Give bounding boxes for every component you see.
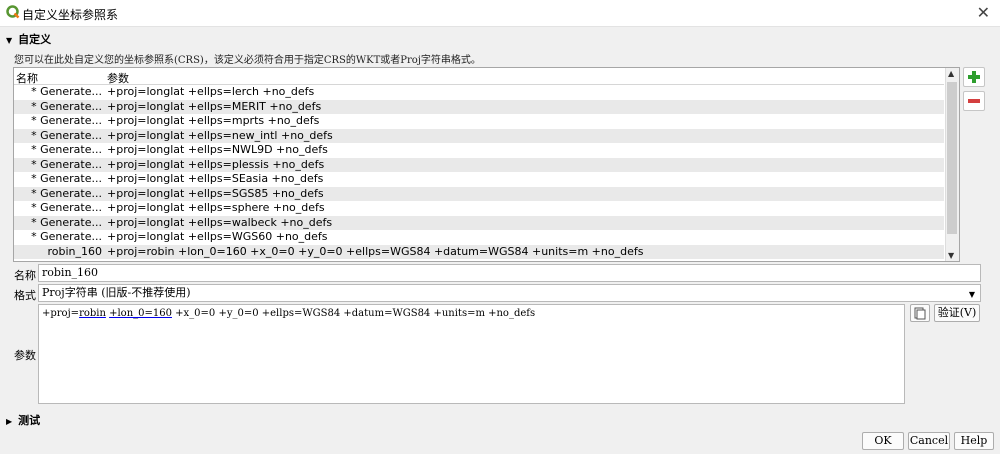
- row-name: * Generate...: [31, 99, 102, 113]
- format-select[interactable]: Proj字符串 (旧版-不推荐使用) ▼: [38, 284, 981, 302]
- add-crs-button[interactable]: [963, 67, 985, 87]
- table-row[interactable]: * Generate... +proj=longlat +ellps=mprts …: [14, 114, 944, 129]
- section-label: 自定义: [18, 33, 52, 46]
- plus-icon: [968, 71, 980, 83]
- title-bar: 自定义坐标参照系 ✕: [0, 0, 1000, 27]
- row-params: +proj=robin +lon_0=160 +x_0=0 +y_0=0 +el…: [107, 244, 644, 258]
- params-text-2: robin: [79, 308, 106, 319]
- scroll-up-icon[interactable]: ▲: [948, 69, 954, 78]
- vertical-scrollbar[interactable]: ▲ ▼: [945, 68, 959, 261]
- minus-icon: [968, 99, 980, 103]
- copy-icon: [914, 307, 926, 320]
- row-name: * Generate...: [31, 85, 102, 98]
- scroll-down-icon[interactable]: ▼: [948, 251, 954, 260]
- table-row[interactable]: * Generate... +proj=longlat +ellps=SEasia…: [14, 172, 944, 187]
- row-params: +proj=longlat +ellps=plessis +no_defs: [107, 157, 325, 171]
- table-row[interactable]: * Generate... +proj=longlat +ellps=MERIT …: [14, 99, 944, 114]
- row-name: * Generate...: [31, 143, 102, 156]
- table-row[interactable]: * Generate... +proj=longlat +ellps=NWL9D …: [14, 143, 944, 158]
- format-label: 格式: [14, 289, 36, 302]
- row-params: +proj=longlat +ellps=SEasia +no_defs: [107, 172, 324, 185]
- params-text-5: +x_0=0 +y_0=0 +ellps=WGS84 +datum=WGS84 …: [171, 308, 536, 319]
- remove-crs-button[interactable]: [963, 91, 985, 111]
- header-params[interactable]: 参数: [107, 70, 129, 86]
- row-name: robin_160: [47, 244, 102, 258]
- window-title: 自定义坐标参照系: [22, 8, 119, 22]
- table-row[interactable]: * Generate... +proj=longlat +ellps=SGS85 …: [14, 186, 944, 201]
- row-params: +proj=longlat +ellps=SGS85 +no_defs: [107, 186, 324, 200]
- table-row[interactable]: * Generate... +proj=longlat +ellps=plessi…: [14, 157, 944, 172]
- table-row[interactable]: * Generate... +proj=longlat +ellps=lerch …: [14, 85, 944, 100]
- table-header: 名称 参数: [14, 68, 944, 85]
- crs-table[interactable]: 名称 参数 * Generate... +proj=longlat +ellps=…: [13, 67, 960, 262]
- row-params: +proj=longlat +ellps=WGS60 +no_defs: [107, 230, 328, 243]
- collapse-arrow-icon: ▼: [6, 36, 13, 45]
- name-label: 名称: [14, 269, 36, 282]
- custom-section-toggle[interactable]: ▼ 自定义: [6, 31, 51, 47]
- params-text-1: +proj=: [42, 308, 80, 319]
- close-icon[interactable]: ✕: [977, 3, 990, 22]
- params-text-4: +lon_0=160: [109, 308, 172, 319]
- table-row[interactable]: * Generate... +proj=longlat +ellps=new_in…: [14, 128, 944, 143]
- ok-button[interactable]: OK: [862, 432, 904, 450]
- expand-arrow-icon: ▶: [6, 417, 13, 426]
- row-params: +proj=longlat +ellps=MERIT +no_defs: [107, 99, 322, 113]
- row-params: +proj=longlat +ellps=NWL9D +no_defs: [107, 143, 328, 156]
- qgis-logo-icon: [6, 5, 20, 19]
- copy-button[interactable]: [910, 304, 930, 322]
- params-textarea[interactable]: +proj=robin +lon_0=160 +x_0=0 +y_0=0 +el…: [38, 304, 905, 404]
- row-name: * Generate...: [31, 186, 102, 200]
- table-row[interactable]: * Generate... +proj=longlat +ellps=walbec…: [14, 215, 944, 230]
- table-row[interactable]: * Generate... +proj=longlat +ellps=WGS60 …: [14, 230, 944, 245]
- validate-button[interactable]: 验证(V): [934, 304, 980, 322]
- row-params: +proj=longlat +ellps=sphere +no_defs: [107, 201, 325, 214]
- row-params: +proj=longlat +ellps=walbeck +no_defs: [107, 215, 333, 229]
- cancel-button[interactable]: Cancel: [908, 432, 950, 450]
- header-name[interactable]: 名称: [16, 70, 38, 86]
- table-rows: * Generate... +proj=longlat +ellps=lerch …: [14, 85, 944, 259]
- row-name: * Generate...: [31, 201, 102, 214]
- row-name: * Generate...: [31, 128, 102, 142]
- params-label: 参数: [14, 349, 36, 362]
- row-name: * Generate...: [31, 172, 102, 185]
- row-name: * Generate...: [31, 215, 102, 229]
- row-name: * Generate...: [31, 230, 102, 243]
- help-button[interactable]: Help: [954, 432, 994, 450]
- test-section-toggle[interactable]: ▶ 测试: [6, 412, 40, 428]
- format-value: Proj字符串 (旧版-不推荐使用): [42, 286, 191, 299]
- chevron-down-icon: ▼: [968, 290, 975, 299]
- row-name: * Generate...: [31, 114, 102, 127]
- row-name: * Generate...: [31, 157, 102, 171]
- row-params: +proj=longlat +ellps=new_intl +no_defs: [107, 128, 333, 142]
- table-row[interactable]: robin_160 +proj=robin +lon_0=160 +x_0=0 +…: [14, 244, 944, 259]
- row-params: +proj=longlat +ellps=lerch +no_defs: [107, 85, 315, 98]
- name-field[interactable]: robin_160: [38, 264, 981, 282]
- table-row[interactable]: * Generate... +proj=longlat +ellps=sphere…: [14, 201, 944, 216]
- section-description: 您可以在此处自定义您的坐标参照系(CRS)，该定义必须符合用于指定CRS的WKT…: [14, 55, 481, 66]
- scrollbar-thumb[interactable]: [947, 82, 957, 234]
- test-label: 测试: [18, 414, 41, 427]
- row-params: +proj=longlat +ellps=mprts +no_defs: [107, 114, 320, 127]
